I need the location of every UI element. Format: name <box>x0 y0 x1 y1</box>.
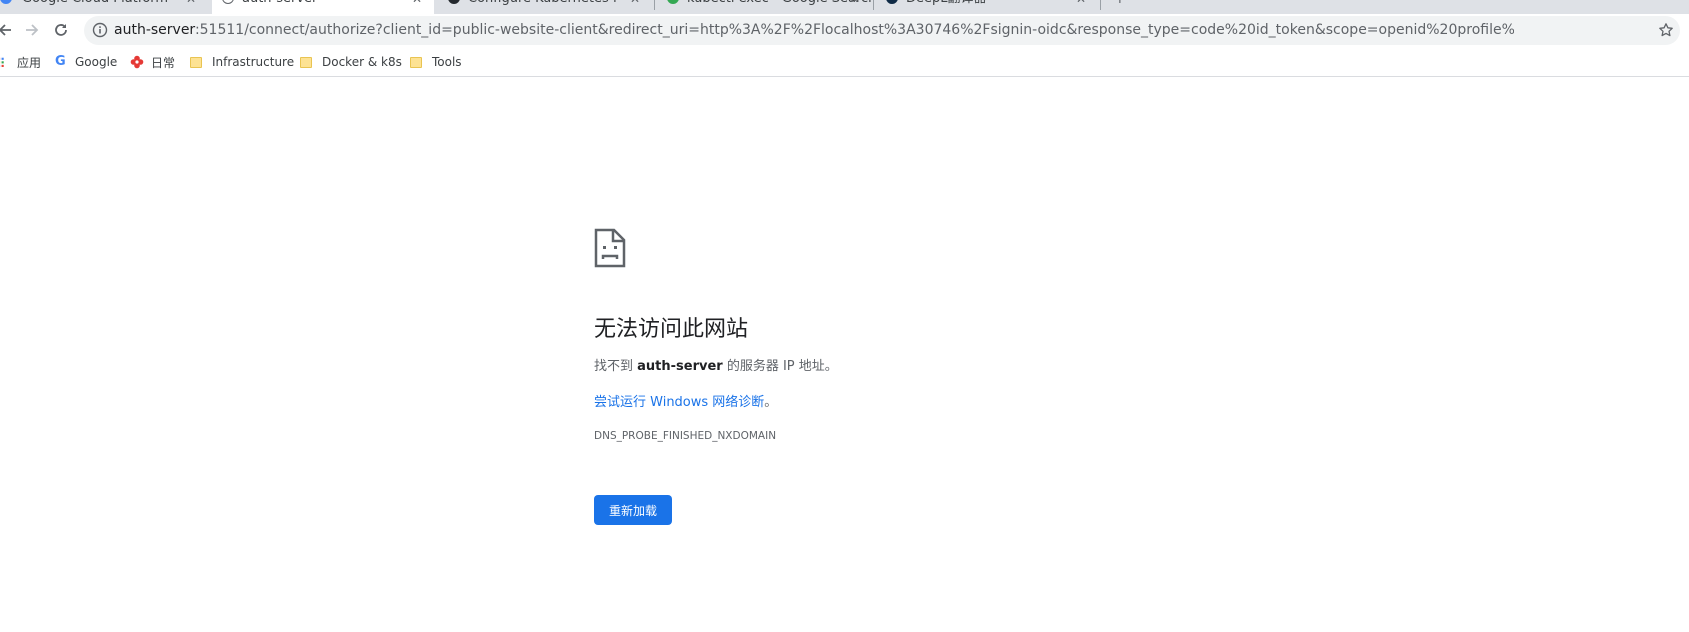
google-cloud-icon <box>0 0 12 4</box>
back-button[interactable] <box>0 17 18 43</box>
bookmark-infrastructure[interactable]: Infrastructure <box>190 52 294 72</box>
google-g-icon: G <box>55 54 66 69</box>
url-text[interactable]: auth-server:51511/connect/authorize?clie… <box>114 16 1514 45</box>
arrow-right-icon <box>26 24 39 36</box>
error-message-suffix: 的服务器 IP 地址。 <box>722 359 838 374</box>
close-icon[interactable]: ✕ <box>186 0 196 8</box>
tab-title: Configure Kubernetes for Multi <box>468 0 618 8</box>
tab-google-cloud[interactable]: Google Cloud Platform ✕ <box>0 0 208 14</box>
github-icon <box>448 0 460 4</box>
bookmark-docker-k8s[interactable]: Docker & k8s <box>300 52 402 72</box>
folder-icon <box>190 56 202 68</box>
huawei-flower-icon <box>130 55 144 69</box>
tab-kubectl-exec[interactable]: kubectl exec - Google Search ✕ <box>657 0 871 14</box>
arrow-left-icon <box>0 24 11 36</box>
close-icon[interactable]: ✕ <box>412 0 422 8</box>
tab-deepl[interactable]: DeepL翻译器 ✕ <box>876 0 1098 14</box>
bookmark-label: Tools <box>432 55 462 69</box>
reload-toolbar-button[interactable] <box>48 17 74 43</box>
globe-icon <box>222 0 234 4</box>
tab-title: Google Cloud Platform <box>22 0 168 8</box>
close-icon[interactable]: ✕ <box>630 0 640 8</box>
refresh-icon <box>55 24 67 36</box>
address-bar[interactable]: auth-server:51511/connect/authorize?clie… <box>84 16 1680 45</box>
bookmark-label: Infrastructure <box>212 55 295 69</box>
close-icon[interactable]: ✕ <box>849 0 859 8</box>
star-icon[interactable] <box>1658 22 1674 38</box>
bookmark-label: Google <box>75 55 118 69</box>
folder-icon <box>300 56 312 68</box>
error-code: DNS_PROBE_FINISHED_NXDOMAIN <box>594 430 777 442</box>
folder-icon <box>410 56 422 68</box>
tab-separator <box>1100 0 1101 10</box>
bookmark-label: 日常 <box>151 55 176 70</box>
bookmark-apps[interactable]: 应用 <box>0 52 41 72</box>
tab-title: kubectl exec - Google Search <box>687 0 871 8</box>
error-message: 找不到 auth-server 的服务器 IP 地址。 <box>594 355 838 374</box>
tab-configure-kubernetes[interactable]: Configure Kubernetes for Multi ✕ <box>438 0 652 14</box>
error-message-prefix: 找不到 <box>594 359 638 374</box>
forward-button[interactable] <box>19 17 45 43</box>
url-path: :51511/connect/authorize?client_id=publi… <box>194 22 1514 38</box>
bookmark-tools[interactable]: Tools <box>410 52 462 72</box>
bookmark-label: 应用 <box>17 55 42 70</box>
close-icon[interactable]: ✕ <box>1076 0 1086 8</box>
error-host: auth-server <box>637 359 723 374</box>
url-host: auth-server <box>114 22 195 38</box>
toolbar: auth-server:51511/connect/authorize?clie… <box>0 14 1689 47</box>
info-icon[interactable] <box>92 22 108 38</box>
sad-page-icon <box>594 228 626 268</box>
tab-auth-server[interactable]: auth-server ✕ <box>212 0 434 14</box>
deepl-icon <box>886 0 898 4</box>
tab-separator <box>873 0 874 10</box>
new-tab-button[interactable]: + <box>1108 0 1132 14</box>
google-icon <box>667 0 679 4</box>
bookmark-daily[interactable]: 日常 <box>130 52 175 72</box>
network-diagnostics-link[interactable]: 尝试运行 Windows 网络诊断。 <box>594 391 777 410</box>
diagnostics-link-text: 尝试运行 Windows 网络诊断 <box>594 395 765 410</box>
diagnostics-period: 。 <box>764 395 778 410</box>
apps-grid-icon <box>0 57 4 67</box>
plus-icon: + <box>1114 0 1126 8</box>
bookmark-label: Docker & k8s <box>322 55 402 69</box>
reload-button[interactable]: 重新加载 <box>594 495 672 525</box>
error-title: 无法访问此网站 <box>594 317 749 342</box>
error-page: 无法访问此网站 找不到 auth-server 的服务器 IP 地址。 尝试运行… <box>0 78 1689 632</box>
tab-strip: Google Cloud Platform ✕ auth-server ✕ Co… <box>0 0 1689 14</box>
tab-separator <box>654 0 655 10</box>
tab-title: auth-server <box>242 0 317 8</box>
bookmark-google[interactable]: G Google <box>55 52 117 72</box>
bookmarks-bar: 应用 G Google 日常 Infrastructure Docker & k… <box>0 47 1689 77</box>
tab-title: DeepL翻译器 <box>906 0 987 8</box>
